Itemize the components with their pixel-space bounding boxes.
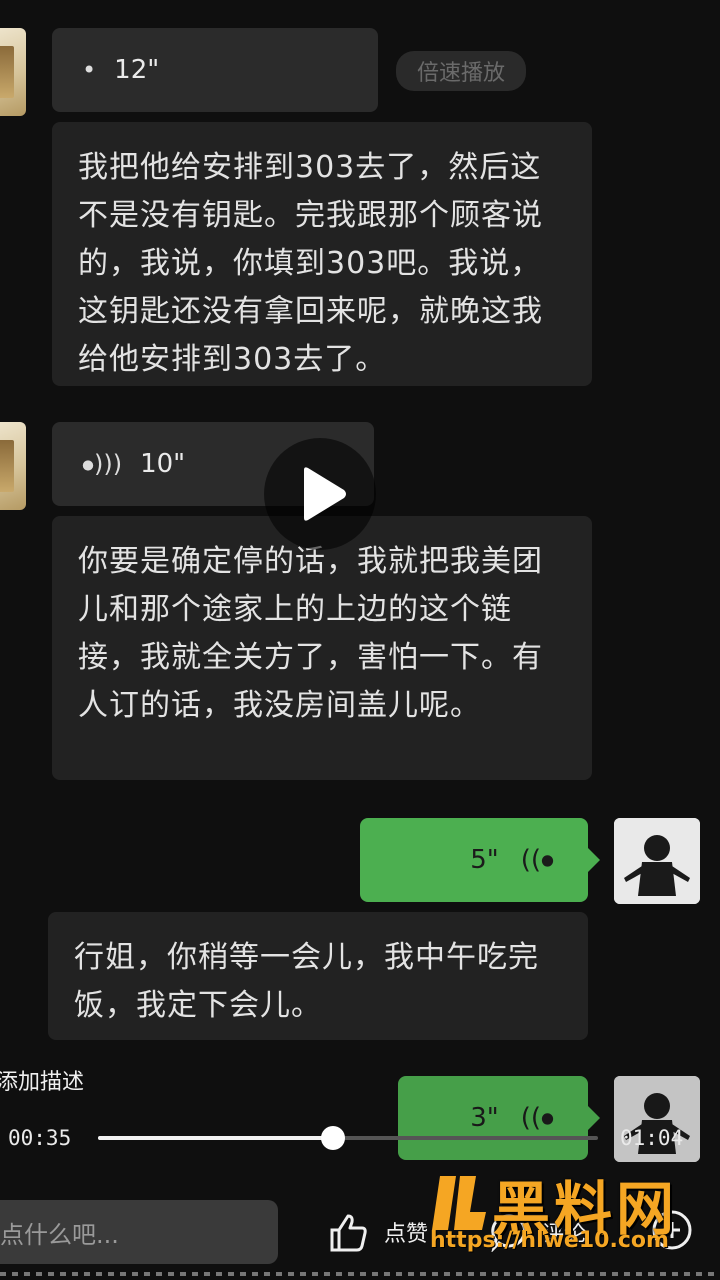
progress-bar[interactable] xyxy=(98,1126,598,1150)
voice-wave-icon: ⦁))) xyxy=(82,450,123,478)
sender-avatar[interactable] xyxy=(0,422,26,510)
progress-thumb[interactable] xyxy=(321,1126,345,1150)
voice-message-bubble[interactable]: 3" ((⦁ xyxy=(398,1076,600,1160)
comment-placeholder: 点什么吧... xyxy=(0,1220,119,1249)
playback-speed-button[interactable]: 倍速播放 xyxy=(396,51,526,91)
watermark-logo: 黑料网 https://hlwe10.com xyxy=(430,1162,720,1258)
voice-duration: 12" xyxy=(114,55,160,85)
comment-input[interactable]: 点什么吧... xyxy=(0,1200,278,1264)
thumbs-up-icon xyxy=(330,1214,367,1252)
like-button[interactable]: 点赞 xyxy=(326,1210,428,1254)
transcript-text: 我把他给安排到303去了，然后这不是没有钥匙。完我跟那个顾客说的，我说，你填到3… xyxy=(78,150,543,377)
transcript-text: 行姐，你稍等一会儿，我中午吃完饭，我定下会儿。 xyxy=(74,940,539,1023)
voice-message-bubble[interactable]: • 12" xyxy=(52,28,378,112)
transcript-text: 你要是确定停的话，我就把我美团儿和那个途家上的上边的这个链接，我就全关方了，害怕… xyxy=(78,544,543,723)
voice-wave-icon: ((⦁ xyxy=(520,844,554,875)
voice-message-bubble[interactable]: 5" ((⦁ xyxy=(360,818,600,902)
total-time: 01:04 xyxy=(620,1126,684,1150)
self-avatar[interactable] xyxy=(614,818,700,904)
voice-transcript: 你要是确定停的话，我就把我美团儿和那个途家上的上边的这个链接，我就全关方了，害怕… xyxy=(52,516,592,780)
voice-wave-icon: ((⦁ xyxy=(520,1102,554,1133)
progress-fill xyxy=(98,1136,333,1140)
play-icon xyxy=(304,467,346,521)
voice-transcript: 行姐，你稍等一会儿，我中午吃完饭，我定下会儿。 xyxy=(48,912,588,1040)
voice-duration: 10" xyxy=(140,449,186,479)
avatar-figure-icon xyxy=(614,818,700,904)
voice-transcript: 我把他给安排到303去了，然后这不是没有钥匙。完我跟那个顾客说的，我说，你填到3… xyxy=(52,122,592,386)
current-time: 00:35 xyxy=(8,1126,72,1150)
voice-duration: 5" xyxy=(470,845,499,875)
speed-label: 倍速播放 xyxy=(416,61,505,86)
watermark-url: https://hlwe10.com xyxy=(430,1228,669,1253)
like-label: 点赞 xyxy=(384,1222,429,1247)
add-description-link[interactable]: 添加描述 xyxy=(0,1064,84,1096)
voice-duration: 3" xyxy=(470,1103,499,1133)
sender-avatar[interactable] xyxy=(0,28,26,116)
video-play-button[interactable] xyxy=(264,438,376,550)
add-description-label: 添加描述 xyxy=(0,1070,85,1095)
page-indicator xyxy=(0,1272,720,1276)
voice-wave-icon: • xyxy=(82,56,97,84)
